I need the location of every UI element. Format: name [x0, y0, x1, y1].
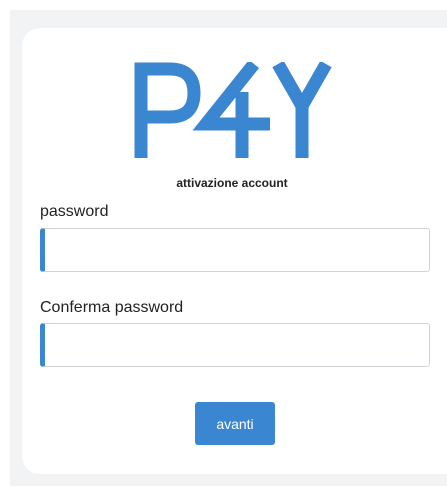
password-input[interactable] [40, 228, 430, 272]
confirm-password-label: Conferma password [40, 299, 184, 316]
confirm-password-input[interactable] [40, 323, 430, 367]
page-subtitle: attivazione account [176, 176, 288, 190]
next-button[interactable]: avanti [195, 402, 275, 445]
password-label: password [40, 203, 109, 220]
p4y-logo [134, 62, 332, 158]
